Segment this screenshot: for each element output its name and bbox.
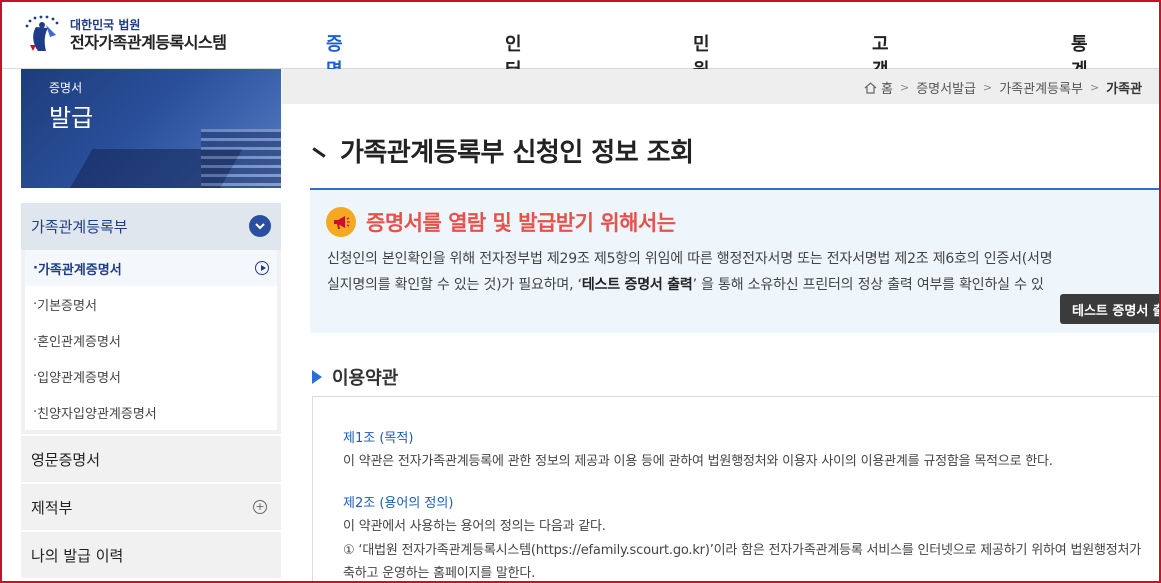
sidebar-banner: 증명서 발급 bbox=[21, 69, 281, 188]
sidebar-item-my-history[interactable]: 나의 발급 이력 bbox=[21, 532, 281, 578]
sidebar-item-label: 나의 발급 이력 bbox=[31, 546, 124, 565]
megaphone-icon bbox=[326, 207, 356, 237]
site-logo[interactable]: 대한민국 법원 전자가족관계등록시스템 bbox=[20, 13, 227, 57]
notice-text-line2: 실지명의를 확인할 수 있는 것)가 필요하며, ‘테스트 증명서 출력’ 을 … bbox=[327, 274, 1044, 294]
sidebar-item-label: 친양자입양관계증명서 bbox=[37, 406, 157, 422]
article2-text: 이 약관에서 사용하는 용어의 정의는 다음과 같다. bbox=[343, 519, 606, 534]
sidebar-item-label: 가족관계증명서 bbox=[37, 262, 122, 278]
page-title: 가족관계등록부 신청인 정보 조회 bbox=[312, 132, 694, 169]
test-print-button[interactable]: 테스트 증명서 출 bbox=[1060, 294, 1161, 324]
notice-text-line1: 신청인의 본인확인을 위해 전자정부법 제29조 제5항의 위임에 따른 행정전… bbox=[327, 251, 1053, 267]
notice-box: 증명서를 열람 및 발급받기 위해서는 신청인의 본인확인을 위해 전자정부법 … bbox=[310, 188, 1161, 333]
article2-item1: ① ‘대법원 전자가족관계등록시스템(https://efamily.scour… bbox=[343, 543, 1142, 558]
banner-label-line2: 발급 bbox=[49, 104, 94, 132]
terms-section-title: 이용약관 bbox=[312, 364, 398, 390]
header: 대한민국 법원 전자가족관계등록시스템 증명서발급 인터넷신고 민원안내 고객센… bbox=[0, 0, 1161, 159]
chevron-down-icon[interactable] bbox=[249, 215, 271, 237]
sidebar-menu: 가족관계등록부 · 가족관계증명서 · 기본증명서 · 혼인관계증명서 · 입양… bbox=[21, 203, 281, 578]
terms-box[interactable]: 제1조 (목적) 이 약관은 전자가족관계등록에 관한 정보의 제공과 이용 등… bbox=[312, 396, 1161, 583]
notice-line2-bold: 테스트 증명서 출력 bbox=[581, 277, 693, 293]
article2-item1-cont: 축하고 운영하는 홈페이지를 말한다. bbox=[343, 566, 536, 581]
chevron-right-icon: > bbox=[1089, 81, 1100, 94]
notice-header: 증명서를 열람 및 발급받기 위해서는 bbox=[326, 207, 676, 237]
article2-title: 제2조 (용어의 정의) bbox=[343, 496, 454, 511]
breadcrumb-home[interactable]: 홈 bbox=[881, 78, 893, 97]
sidebar-item-removed-register[interactable]: 제적부 + bbox=[21, 484, 281, 530]
triangle-right-icon bbox=[312, 370, 322, 384]
sidebar-group-label: 가족관계등록부 bbox=[31, 218, 128, 236]
sidebar-item-marriage-cert[interactable]: · 혼인관계증명서 bbox=[25, 322, 277, 358]
home-icon[interactable] bbox=[864, 81, 877, 94]
plus-circle-icon[interactable]: + bbox=[253, 500, 267, 514]
breadcrumb-item[interactable]: 가족관계등록부 bbox=[999, 78, 1083, 97]
play-circle-icon bbox=[255, 261, 269, 275]
terms-section-title-text: 이용약관 bbox=[332, 368, 399, 389]
banner-label: 증명서 발급 bbox=[49, 79, 93, 133]
notice-title: 증명서를 열람 및 발급받기 위해서는 bbox=[366, 211, 676, 235]
sidebar-item-label: 기본증명서 bbox=[37, 298, 97, 314]
sidebar-group-family-registry[interactable]: 가족관계등록부 bbox=[21, 203, 281, 250]
court-emblem-icon bbox=[22, 15, 62, 55]
sidebar-item-basic-cert[interactable]: · 기본증명서 bbox=[25, 286, 277, 322]
sidebar-item-family-relation-cert[interactable]: · 가족관계증명서 bbox=[25, 250, 277, 286]
sidebar-item-label: 입양관계증명서 bbox=[37, 370, 121, 386]
org-name: 대한민국 법원 bbox=[70, 17, 141, 32]
page-title-text: 가족관계등록부 신청인 정보 조회 bbox=[340, 138, 694, 168]
sidebar-item-full-adoption-cert[interactable]: · 친양자입양관계증명서 bbox=[25, 394, 277, 430]
breadcrumb-item[interactable]: 증명서발급 bbox=[916, 78, 976, 97]
banner-label-line1: 증명서 bbox=[49, 81, 83, 95]
sidebar-item-label: 제적부 bbox=[31, 498, 73, 517]
sidebar-submenu: · 가족관계증명서 · 기본증명서 · 혼인관계증명서 · 입양관계증명서 · … bbox=[21, 250, 281, 434]
sidebar-item-label: 영문증명서 bbox=[31, 450, 101, 469]
sidebar-item-english-cert[interactable]: 영문증명서 bbox=[21, 436, 281, 482]
sidebar-item-label: 혼인관계증명서 bbox=[37, 334, 121, 350]
chevron-right-icon: > bbox=[983, 81, 993, 94]
sidebar-item-adoption-cert[interactable]: · 입양관계증명서 bbox=[25, 358, 277, 394]
breadcrumb: 홈 > 증명서발급 > 가족관계등록부 > 가족관 bbox=[864, 78, 1142, 97]
breadcrumb-current: 가족관 bbox=[1106, 82, 1143, 97]
notice-line2-pre: 실지명의를 확인할 수 있는 것)가 필요하며, ‘ bbox=[327, 277, 582, 293]
article1-text: 이 약관은 전자가족관계등록에 관한 정보의 제공과 이용 등에 관하여 법원행… bbox=[343, 454, 1053, 469]
notice-line2-post: ’ 을 통해 소유하신 프린터의 정상 출력 여부를 확인하실 수 있 bbox=[692, 277, 1044, 293]
banner-books-image bbox=[201, 129, 281, 188]
chevron-right-icon: > bbox=[899, 81, 910, 94]
article1-title: 제1조 (목적) bbox=[343, 431, 414, 446]
system-name: 전자가족관계등록시스템 bbox=[70, 32, 227, 52]
title-tick-icon bbox=[312, 147, 326, 158]
